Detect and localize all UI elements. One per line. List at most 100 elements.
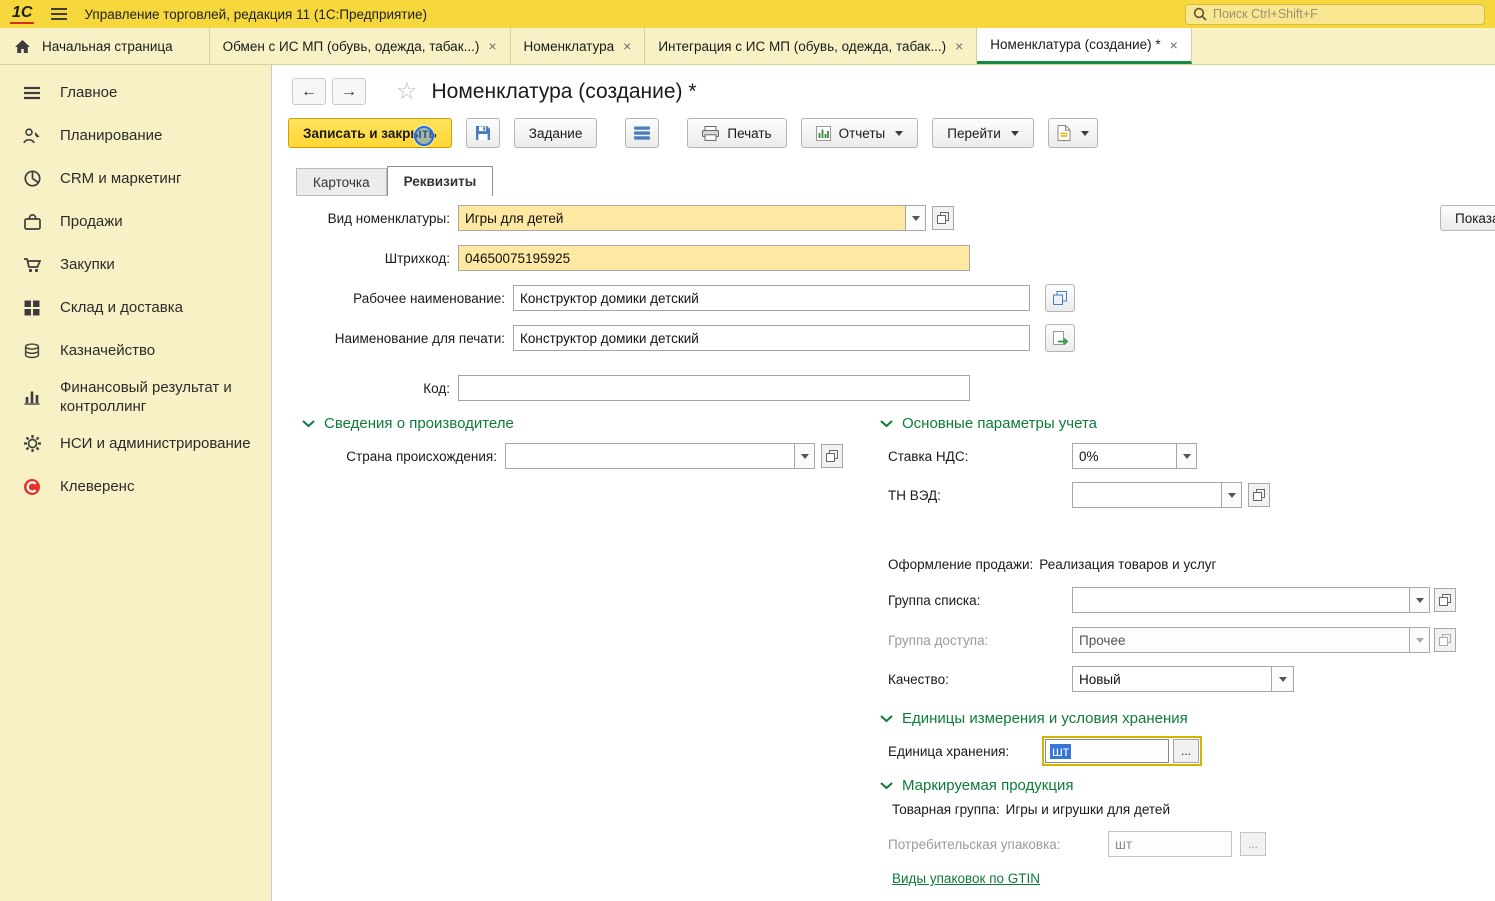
list-group-row: Группа списка: [888,587,1456,613]
sidebar-item-crm[interactable]: CRM и маркетинг [0,157,271,200]
sidebar-item-finance[interactable]: Финансовый результат и контроллинг [0,372,271,422]
goto-button-label: Перейти [947,125,1001,141]
click-indicator [414,126,434,146]
sidebar-item-main[interactable]: Главное [0,71,271,114]
printer-icon [702,125,720,141]
producer-section-header[interactable]: Сведения о производителе [302,415,514,432]
quality-label: Качество: [888,671,949,687]
kind-open-button[interactable] [932,206,954,230]
consumer-pack-label: Потребительская упаковка: [888,836,1061,852]
print-button[interactable]: Печать [687,118,787,148]
tab-card[interactable]: Карточка [296,168,387,196]
barcode-row: Штрихкод: [288,245,970,271]
tab-label: Обмен с ИС МП (обувь, одежда, табак...) [222,38,480,54]
close-icon[interactable]: × [488,38,496,54]
marking-section-header[interactable]: Маркируемая продукция [880,777,1073,794]
reports-button[interactable]: Отчеты [800,118,919,148]
task-button[interactable]: Задание [513,118,598,148]
list-group-open-button[interactable] [1434,588,1456,612]
storage-unit-input[interactable]: шт [1045,739,1169,763]
sidebar-item-label: Главное [60,84,118,101]
form-toolbar: Записать и закрыть Задание Печать Отчеты… [288,118,1098,148]
tab-requisites[interactable]: Реквизиты [386,166,494,196]
home-icon [14,39,31,54]
country-input[interactable] [505,443,795,469]
work-name-row: Рабочее наименование: [288,284,1075,312]
tab-label: Номенклатура (создание) * [990,37,1161,52]
print-name-input[interactable] [513,325,1030,351]
tab-home[interactable]: Начальная страница [0,28,210,64]
tnved-open-button[interactable] [1248,483,1270,507]
goto-button[interactable]: Перейти [932,118,1034,148]
work-name-input[interactable] [513,285,1030,311]
global-search[interactable] [1185,3,1485,25]
access-group-row: Группа доступа: [888,627,1456,653]
sidebar-item-planning[interactable]: Планирование [0,114,271,157]
close-icon[interactable]: × [955,38,963,54]
quality-dropdown-button[interactable] [1272,666,1294,692]
tab-exchange-ismp[interactable]: Обмен с ИС МП (обувь, одежда, табак...) … [210,28,511,64]
sidebar-item-label: Продажи [60,213,123,230]
params-section-header[interactable]: Основные параметры учета [880,415,1097,432]
list-group-label: Группа списка: [888,592,981,608]
briefcase-icon [20,213,44,230]
country-label: Страна происхождения: [346,448,497,464]
forward-button[interactable]: → [332,78,366,105]
list-button[interactable] [625,118,660,148]
favorite-star-icon[interactable]: ☆ [396,79,418,104]
kind-dropdown-button[interactable] [906,205,926,231]
barcode-label: Штрихкод: [384,250,450,266]
country-open-button[interactable] [821,444,843,468]
close-icon[interactable]: × [623,38,631,54]
gear-icon [20,435,44,452]
vat-input[interactable] [1072,443,1177,469]
sidebar-item-label: Закупки [60,256,115,273]
access-group-input [1072,627,1410,653]
main-menu-button[interactable] [48,5,70,23]
sidebar-item-cleverence[interactable]: Клеверенс [0,465,271,508]
sidebar-item-label: Финансовый результат и контроллинг [60,379,232,415]
list-group-dropdown-button[interactable] [1410,587,1430,613]
search-input[interactable] [1213,7,1477,21]
access-group-open-button [1434,628,1456,652]
tab-integration-ismp[interactable]: Интеграция с ИС МП (обувь, одежда, табак… [645,28,978,64]
quality-input[interactable] [1072,666,1272,692]
country-dropdown-button[interactable] [795,443,815,469]
tab-nomenclature-create[interactable]: Номенклатура (создание) * × [977,28,1192,64]
storage-unit-more-button[interactable]: ... [1173,739,1199,763]
sidebar-item-warehouse[interactable]: Склад и доставка [0,286,271,329]
storage-unit-row: Единица хранения: шт ... [888,735,1202,767]
sidebar-item-sales[interactable]: Продажи [0,200,271,243]
titlebar: 1С Управление торговлей, редакция 11 (1С… [0,0,1495,28]
code-row: Код: [288,375,970,401]
pie-chart-icon [20,170,44,187]
show-button[interactable]: Показать [1440,205,1495,231]
list-group-input[interactable] [1072,587,1410,613]
gtin-packaging-link[interactable]: Виды упаковок по GTIN [892,871,1040,886]
reports-button-label: Отчеты [838,125,886,141]
fill-from-name-button[interactable] [1045,324,1075,352]
tnved-dropdown-button[interactable] [1222,482,1242,508]
tnved-input[interactable] [1072,482,1222,508]
cleverence-logo-icon [20,478,44,496]
consumer-pack-row: Потребительская упаковка: ... [888,831,1266,857]
tab-label: Интеграция с ИС МП (обувь, одежда, табак… [658,38,947,54]
tab-nomenclature[interactable]: Номенклатура × [511,28,646,64]
create-based-on-button[interactable] [1047,118,1098,148]
kind-input[interactable] [458,205,906,231]
back-button[interactable]: ← [292,78,326,105]
sidebar-item-treasury[interactable]: Казначейство [0,329,271,372]
chevron-down-icon [880,714,893,723]
copy-name-button[interactable] [1045,284,1075,312]
save-button[interactable] [465,118,500,148]
vat-row: Ставка НДС: [888,443,1197,469]
sidebar-item-nsi-admin[interactable]: НСИ и администрирование [0,422,271,465]
barcode-input[interactable] [458,245,970,271]
units-section-header[interactable]: Единицы измерения и условия хранения [880,710,1188,727]
code-input[interactable] [458,375,970,401]
vat-dropdown-button[interactable] [1177,443,1197,469]
print-name-row: Наименование для печати: [288,324,1075,352]
code-label: Код: [423,380,450,396]
sidebar-item-purchases[interactable]: Закупки [0,243,271,286]
close-icon[interactable]: × [1170,37,1178,53]
